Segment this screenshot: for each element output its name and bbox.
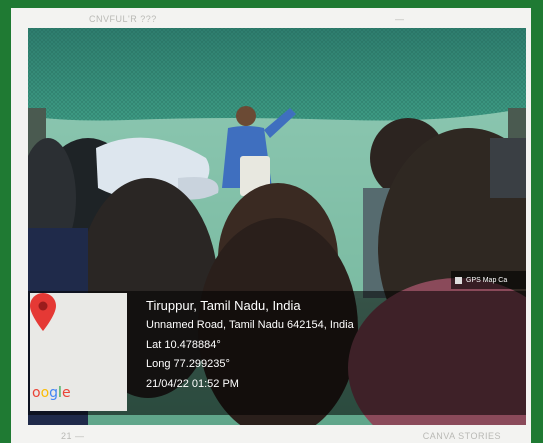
green-frame: CNVFUL'R ??? — 21 — CANVA STORIES GPS Ma…	[0, 0, 543, 443]
location-details: Tiruppur, Tamil Nadu, India Unnamed Road…	[146, 298, 354, 394]
google-logo: oogle	[32, 385, 71, 401]
gps-app-icon	[455, 276, 462, 284]
location-title: Tiruppur, Tamil Nadu, India	[146, 298, 301, 313]
map-thumbnail: oogle	[30, 293, 127, 411]
map-pin-icon	[30, 293, 56, 331]
page-footer-right: CANVA STORIES	[422, 431, 501, 441]
location-latitude: Lat 10.478884°	[146, 338, 221, 351]
geotagged-photo: GPS Map Ca oogle Tiruppur, Tamil Nadu, I…	[28, 28, 526, 425]
location-datetime: 21/04/22 01:52 PM	[146, 377, 239, 390]
page-footer-left: 21 —	[61, 431, 85, 441]
page-header-right: —	[395, 14, 405, 24]
gps-badge-label: GPS Map Ca	[466, 276, 508, 284]
location-longitude: Long 77.299235°	[146, 358, 230, 370]
gps-map-camera-badge: GPS Map Ca	[451, 271, 526, 289]
page-header-left: CNVFUL'R ???	[89, 14, 157, 24]
location-address: Unnamed Road, Tamil Nadu 642154, India	[146, 319, 354, 331]
